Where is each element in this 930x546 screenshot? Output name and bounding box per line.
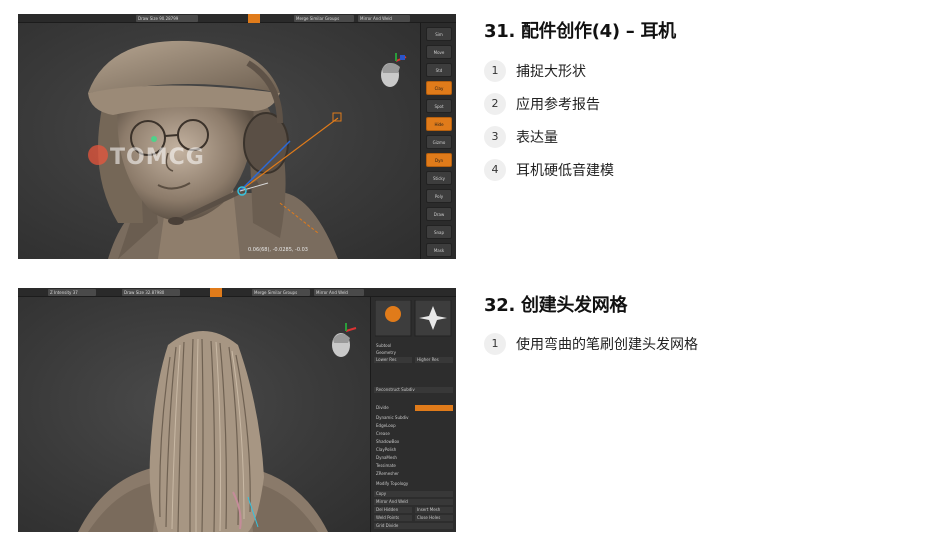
- subtool-row[interactable]: Tessimate: [374, 463, 453, 469]
- step-number-badge: 3: [484, 126, 506, 148]
- list-item: 4 耳机硬低音建模: [484, 159, 614, 181]
- subtool-row[interactable]: Weld Points: [374, 515, 412, 521]
- right-tool-shelf: Sim Move Std Clay Spot Hide Gizmo Dyn St…: [420, 23, 456, 259]
- zbrush-top-toolbar: Draw Size 90.28799 Merge Similar Groups …: [18, 14, 456, 23]
- subtool-row[interactable]: EdgeLoop: [374, 423, 453, 429]
- step-text: 耳机硬低音建模: [516, 163, 614, 179]
- watermark-logo-icon: [88, 145, 108, 165]
- subtool-row[interactable]: ClayPolish: [374, 447, 453, 453]
- navigation-head-icon[interactable]: [374, 53, 410, 93]
- step-text: 使用弯曲的笔刷创建头发网格: [516, 337, 698, 353]
- shelf-button-9[interactable]: Sticky: [426, 171, 452, 185]
- shelf-button-11[interactable]: Draw: [426, 207, 452, 221]
- step-number-badge: 1: [484, 60, 506, 82]
- merge-similar-button[interactable]: Merge Similar Groups: [252, 289, 310, 296]
- active-tool-button[interactable]: [210, 288, 222, 297]
- subtool-row-highlight[interactable]: [415, 405, 453, 411]
- draw-size-slider[interactable]: Draw Size 32.87980: [122, 289, 180, 296]
- 3d-viewport[interactable]: TOMCG 0.06(68), -0.0285, -0.03: [18, 23, 420, 259]
- shelf-button-2[interactable]: Move: [426, 45, 452, 59]
- sculpt-model-girl-with-headphones: [88, 40, 342, 259]
- steps-list-32: 1 使用弯曲的笔刷创建头发网格: [484, 333, 698, 366]
- draw-size-slider[interactable]: Draw Size 90.28799: [136, 15, 198, 22]
- zbrush-top-toolbar: Z Intensity 37 Draw Size 32.87980 Merge …: [18, 288, 456, 297]
- subtool-row[interactable]: Del Hidden: [374, 507, 412, 513]
- section-title-32: 32. 创建头发网格: [484, 295, 628, 316]
- step-text: 表达量: [516, 130, 558, 146]
- subtool-row[interactable]: Copy: [374, 491, 453, 497]
- shelf-button-3[interactable]: Std: [426, 63, 452, 77]
- list-item: 2 应用参考报告: [484, 93, 614, 115]
- watermark-text: TOMCG: [110, 145, 205, 170]
- subtool-row[interactable]: Lower Res: [374, 357, 412, 363]
- shelf-button-5[interactable]: Spot: [426, 99, 452, 113]
- step-text: 捕捉大形状: [516, 64, 586, 80]
- subtool-row[interactable]: Geometry: [374, 350, 453, 356]
- steps-list-31: 1 捕捉大形状 2 应用参考报告 3 表达量 4 耳机硬低音建模: [484, 60, 614, 192]
- subtool-row[interactable]: Crease: [374, 431, 453, 437]
- subtool-row[interactable]: Grid Divide: [374, 523, 453, 529]
- subtool-row[interactable]: Mirror And Weld: [374, 499, 453, 505]
- subtool-row[interactable]: Reconstruct Subdiv: [374, 387, 453, 393]
- active-tool-button[interactable]: [248, 14, 260, 23]
- shelf-button-13[interactable]: Mask: [426, 243, 452, 257]
- step-number-badge: 2: [484, 93, 506, 115]
- subtool-row[interactable]: Modify Topology: [374, 481, 453, 487]
- subtool-row[interactable]: Higher Res: [415, 357, 453, 363]
- z-intensity-slider[interactable]: Z Intensity 37: [48, 289, 96, 296]
- shelf-button-10[interactable]: Poly: [426, 189, 452, 203]
- merge-similar-button[interactable]: Merge Similar Groups: [294, 15, 354, 22]
- shelf-button-12[interactable]: Snap: [426, 225, 452, 239]
- subtool-row[interactable]: DynaMesh: [374, 455, 453, 461]
- subtool-row[interactable]: Dynamic Subdiv: [374, 415, 453, 421]
- shelf-button-4[interactable]: Clay: [426, 81, 452, 95]
- shelf-button-7[interactable]: Gizmo: [426, 135, 452, 149]
- step-number-badge: 1: [484, 333, 506, 355]
- subtool-thumbnails: [375, 300, 452, 337]
- mirror-weld-button[interactable]: Mirror And Weld: [314, 289, 364, 296]
- subtool-row[interactable]: Subtool: [374, 343, 453, 349]
- shelf-button-1[interactable]: Sim: [426, 27, 452, 41]
- subtool-row[interactable]: Close Holes: [415, 515, 453, 521]
- screenshot-headphones: Draw Size 90.28799 Merge Similar Groups …: [18, 14, 456, 259]
- subtool-row[interactable]: ShadowBox: [374, 439, 453, 445]
- list-item: 1 使用弯曲的笔刷创建头发网格: [484, 333, 698, 355]
- shelf-button-6[interactable]: Hide: [426, 117, 452, 131]
- mirror-weld-button[interactable]: Mirror And Weld: [358, 15, 410, 22]
- 3d-viewport[interactable]: [18, 297, 370, 532]
- subtool-panel: Subtool Geometry Lower Res Higher Res Re…: [370, 297, 456, 532]
- screenshot-hair-mesh: Z Intensity 37 Draw Size 32.87980 Merge …: [18, 288, 456, 532]
- step-text: 应用参考报告: [516, 97, 600, 113]
- list-item: 1 捕捉大形状: [484, 60, 614, 82]
- navigation-head-icon[interactable]: [326, 323, 360, 363]
- subtool-row[interactable]: Insert Mesh: [415, 507, 453, 513]
- subtool-row[interactable]: ZRemesher: [374, 471, 453, 477]
- shelf-button-8[interactable]: Dyn: [426, 153, 452, 167]
- gizmo-coordinates: 0.06(68), -0.0285, -0.03: [248, 247, 308, 253]
- sculpt-model-hair-back: [78, 331, 328, 532]
- step-number-badge: 4: [484, 159, 506, 181]
- list-item: 3 表达量: [484, 126, 614, 148]
- section-title-31: 31. 配件创作(4) – 耳机: [484, 21, 676, 42]
